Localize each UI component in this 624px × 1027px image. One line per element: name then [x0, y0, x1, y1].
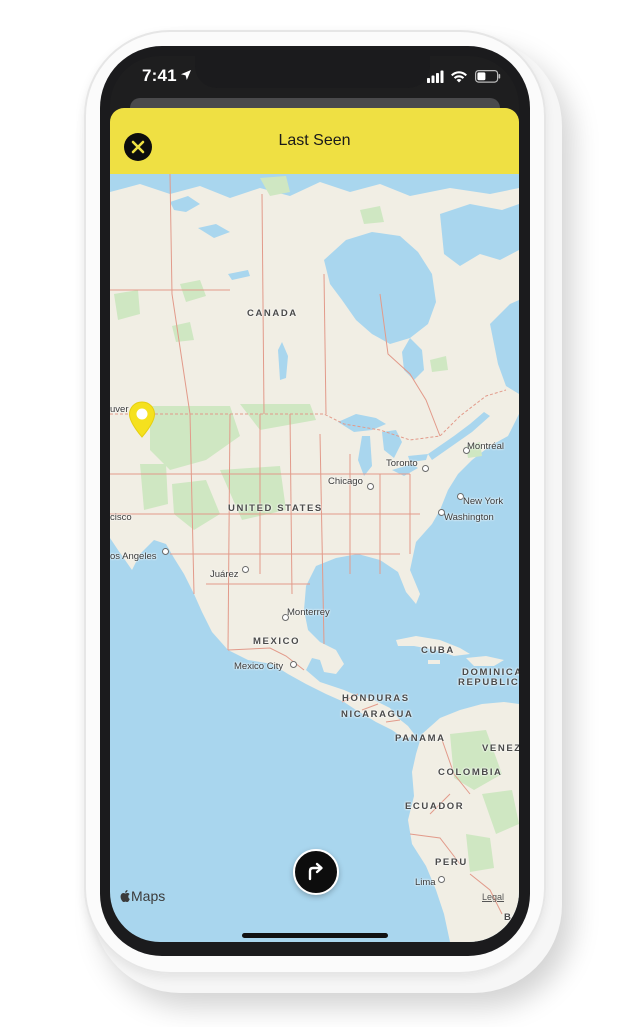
land-jamaica: [428, 660, 440, 664]
page-title: Last Seen: [278, 132, 351, 149]
map-view[interactable]: CANADA UNITED STATES MEXICO CUBA DOMINIC…: [110, 174, 519, 942]
wifi-icon: [451, 71, 467, 83]
cellular-signal-icon: [427, 70, 444, 83]
device-stage: 7:41 Last Seen CANADA UNITED STATES MEXI…: [0, 0, 624, 1027]
label-montreal: Montréal: [467, 441, 504, 452]
location-pin-icon[interactable]: [128, 401, 156, 439]
label-bo: BO: [504, 912, 519, 923]
city-dot-mexico-city: [290, 661, 297, 668]
home-indicator[interactable]: [242, 933, 388, 938]
location-arrow-icon: [181, 70, 191, 80]
label-lima: Lima: [415, 877, 436, 888]
last-seen-header: Last Seen: [110, 108, 519, 174]
status-icons: [427, 70, 501, 83]
city-dot-chicago: [367, 483, 374, 490]
label-monterrey: Monterrey: [287, 607, 330, 618]
label-canada: CANADA: [247, 308, 298, 319]
label-mexico: MEXICO: [253, 636, 301, 647]
battery-icon: [475, 70, 501, 83]
label-cuba: CUBA: [421, 645, 455, 656]
label-vancouver: uver: [110, 404, 129, 415]
city-dot-juarez: [242, 566, 249, 573]
land-hispaniola: [466, 656, 504, 666]
map-base: [110, 174, 519, 942]
label-honduras: HONDURAS: [342, 693, 410, 704]
legal-link[interactable]: Legal: [482, 892, 504, 902]
label-los-angeles: os Angeles: [110, 551, 157, 562]
label-washington: Washington: [444, 512, 494, 523]
label-republic: REPUBLIC: [458, 677, 519, 688]
maps-logo-text: Maps: [131, 888, 166, 904]
directions-arrow-icon: [308, 862, 323, 881]
city-dot-lima: [438, 876, 445, 883]
city-dot-los-angeles: [162, 548, 169, 555]
label-chicago: Chicago: [328, 476, 363, 487]
status-time: 7:41: [142, 66, 177, 85]
label-new-york: New York: [463, 496, 504, 507]
label-san-francisco: cisco: [110, 512, 132, 523]
label-nicaragua: NICARAGUA: [341, 709, 414, 720]
label-ecuador: ECUADOR: [405, 801, 465, 812]
label-panama: PANAMA: [395, 733, 446, 744]
apple-maps-logo: Maps: [120, 888, 165, 904]
label-peru: PERU: [435, 857, 468, 868]
city-dot-toronto: [422, 465, 429, 472]
apple-logo-icon: [120, 890, 130, 902]
label-colombia: COLOMBIA: [438, 767, 503, 778]
label-united-states: UNITED STATES: [228, 503, 323, 514]
notch: [195, 56, 430, 88]
label-toronto: Toronto: [386, 458, 418, 469]
label-juarez: Juárez: [210, 569, 239, 580]
directions-button[interactable]: [293, 849, 339, 895]
label-mexico-city: Mexico City: [234, 661, 284, 672]
label-venez: VENEZ: [482, 743, 519, 754]
